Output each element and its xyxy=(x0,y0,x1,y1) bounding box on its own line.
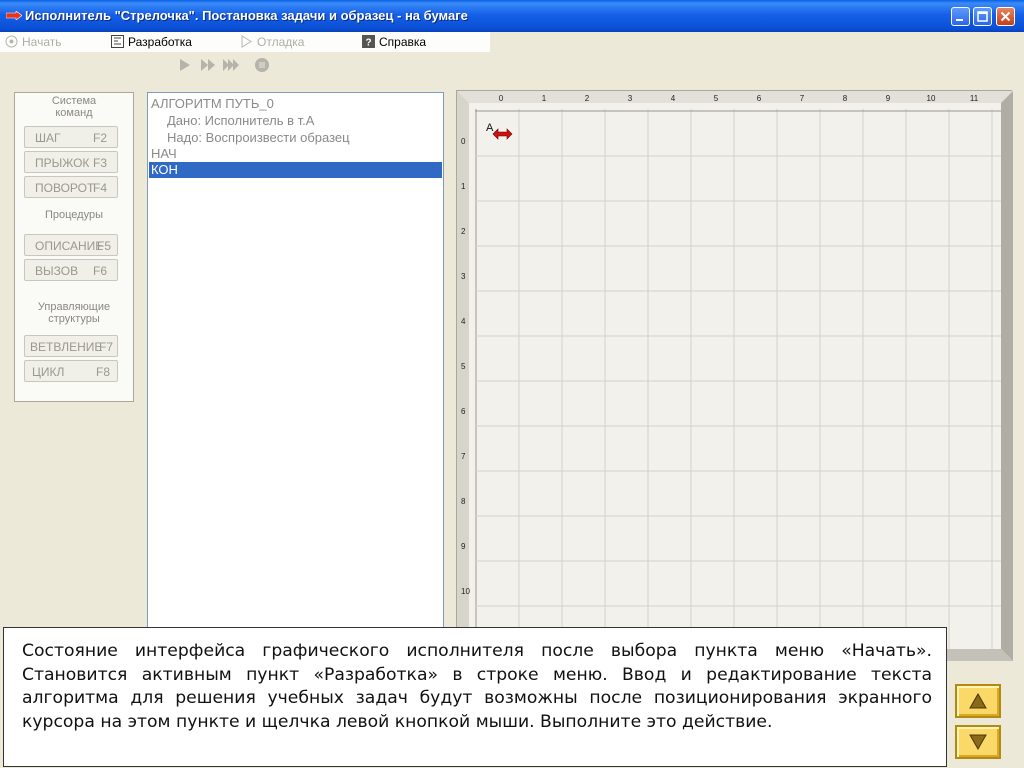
column-label: 11 xyxy=(970,94,979,103)
stop-icon[interactable] xyxy=(253,56,271,74)
caption-text: Состояние интерфейса графического исполн… xyxy=(22,641,932,732)
command-panel: Система команд ШАГ F2 ПРЫЖОК F3 ПОВОРОТ … xyxy=(14,92,134,402)
menu-item-debug[interactable]: Отладка xyxy=(240,34,304,50)
row-label: 4 xyxy=(461,317,466,326)
turn-button[interactable]: ПОВОРОТ F4 xyxy=(24,176,118,198)
start-point-label: А xyxy=(486,122,494,134)
call-button-label: ВЫЗОВ xyxy=(35,264,79,278)
row-label: 0 xyxy=(461,137,466,146)
start-icon xyxy=(5,35,18,48)
call-button-key: F6 xyxy=(92,264,107,278)
procedures-heading: Процедуры xyxy=(44,209,103,221)
description-button-key: F5 xyxy=(96,239,111,253)
loop-button-label: ЦИКЛ xyxy=(32,365,65,379)
code-line[interactable]: Надо: Воспроизвести образец xyxy=(167,130,350,146)
description-button[interactable]: ОПИСАНИЕ F5 xyxy=(24,234,118,256)
branch-button[interactable]: ВЕТВЛЕНИЕ F7 xyxy=(24,335,118,357)
row-label: 2 xyxy=(461,227,466,236)
help-icon: ? xyxy=(362,35,375,48)
column-label: 10 xyxy=(927,94,936,103)
step-button-label: ШАГ xyxy=(35,131,61,145)
step-button-key: F2 xyxy=(92,131,107,145)
turn-button-label: ПОВОРОТ xyxy=(35,181,95,195)
previous-slide-button[interactable] xyxy=(955,684,1001,718)
caption-box: Состояние интерфейса графического исполн… xyxy=(3,627,947,767)
column-label: 5 xyxy=(714,94,719,103)
code-line[interactable]: НАЧ xyxy=(151,146,177,162)
code-line[interactable]: Дано: Исполнитель в т.А xyxy=(167,113,314,129)
run-icon[interactable] xyxy=(176,56,194,74)
arrow-app-icon xyxy=(6,11,22,20)
menu-item-start[interactable]: Начать xyxy=(5,34,62,50)
branch-button-key: F7 xyxy=(98,340,113,354)
jump-button-label: ПРЫЖОК xyxy=(35,156,90,170)
row-label: 1 xyxy=(461,182,466,191)
debug-icon xyxy=(241,35,252,48)
column-label: 1 xyxy=(542,94,547,103)
loop-button[interactable]: ЦИКЛ F8 xyxy=(24,360,118,382)
algorithm-editor[interactable]: АЛГОРИТМ ПУТЬ_0 Дано: Исполнитель в т.А … xyxy=(147,92,444,636)
code-line[interactable]: АЛГОРИТМ ПУТЬ_0 xyxy=(151,96,274,112)
column-label: 0 xyxy=(499,94,504,103)
row-label: 3 xyxy=(461,272,466,281)
down-arrow-icon xyxy=(969,734,987,750)
column-label: 2 xyxy=(585,94,590,103)
up-arrow-icon xyxy=(969,693,987,709)
menu-item-help[interactable]: ? Справка xyxy=(362,34,426,50)
step-button[interactable]: ШАГ F2 xyxy=(24,126,118,148)
row-label: 8 xyxy=(461,497,466,506)
minimize-button[interactable] xyxy=(951,7,970,26)
column-label: 4 xyxy=(671,94,676,103)
turn-button-key: F4 xyxy=(92,181,107,195)
branch-button-label: ВЕТВЛЕНИЕ xyxy=(30,340,103,354)
next-slide-button[interactable] xyxy=(955,725,1001,759)
control-structures-heading: Управляющие структуры xyxy=(15,301,133,325)
column-label: 7 xyxy=(800,94,805,103)
jump-button-key: F3 xyxy=(92,156,107,170)
system-heading: Система команд xyxy=(15,95,133,119)
row-label: 5 xyxy=(461,362,466,371)
title-bar[interactable]: Исполнитель "Стрелочка". Постановка зада… xyxy=(0,0,1024,32)
minimize-icon xyxy=(956,19,963,21)
call-button[interactable]: ВЫЗОВ F6 xyxy=(24,259,118,281)
loop-button-key: F8 xyxy=(95,365,110,379)
close-button[interactable] xyxy=(996,7,1015,26)
system-heading-line1: Система xyxy=(51,95,97,107)
menu-item-help-label: Справка xyxy=(379,35,427,49)
row-label: 7 xyxy=(461,452,466,461)
fast-forward-icon[interactable] xyxy=(222,56,240,74)
field-grid[interactable]: 0 1 2 3 4 5 6 7 8 9 10 11 0 1 2 3 4 5 6 7 8 9 10 А xyxy=(457,91,1013,661)
jump-button[interactable]: ПРЫЖОК F3 xyxy=(24,151,118,173)
maximize-icon xyxy=(977,11,988,22)
svg-text:?: ? xyxy=(365,38,371,49)
menu-item-start-label: Начать xyxy=(22,35,62,49)
toolbar xyxy=(170,56,290,78)
maximize-button[interactable] xyxy=(973,7,992,26)
column-label: 6 xyxy=(757,94,762,103)
description-button-label: ОПИСАНИЕ xyxy=(35,239,104,253)
control-heading-line1: Управляющие xyxy=(37,301,111,313)
code-line-selected[interactable]: КОН xyxy=(149,162,442,178)
column-label: 3 xyxy=(628,94,633,103)
menu-bar: Начать Разработка Отладка ? Справка xyxy=(0,32,1024,52)
field-panel: 0 1 2 3 4 5 6 7 8 9 10 11 0 1 2 3 4 5 6 7 8 9 10 А xyxy=(456,90,1013,661)
control-heading-line2: структуры xyxy=(48,313,100,325)
row-label: 6 xyxy=(461,407,466,416)
row-label: 10 xyxy=(461,587,470,596)
develop-icon xyxy=(111,35,124,48)
column-label: 9 xyxy=(886,94,891,103)
step-forward-icon[interactable] xyxy=(199,56,217,74)
menu-item-debug-label: Отладка xyxy=(257,35,305,49)
column-label: 8 xyxy=(843,94,848,103)
window-title: Исполнитель "Стрелочка". Постановка зада… xyxy=(25,8,468,23)
menu-item-develop-label: Разработка xyxy=(128,35,192,49)
menu-item-develop[interactable]: Разработка xyxy=(111,34,192,50)
system-heading-line2: команд xyxy=(55,107,93,119)
close-icon xyxy=(1000,11,1011,22)
row-label: 9 xyxy=(461,542,466,551)
